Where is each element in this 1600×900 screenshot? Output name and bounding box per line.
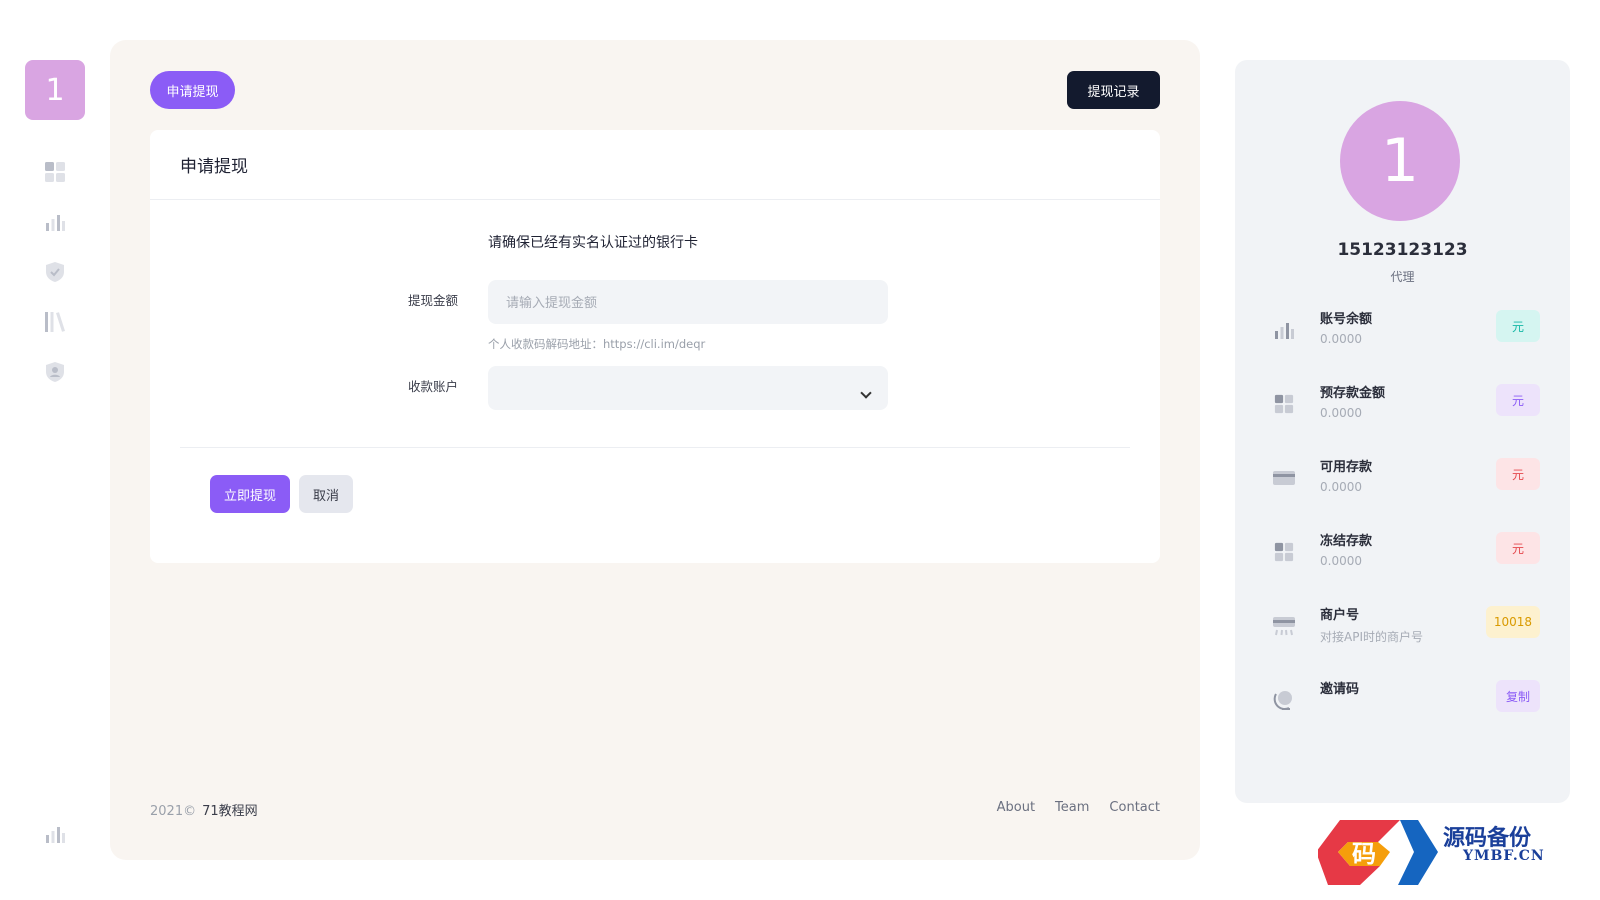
- username: 15123123123: [1337, 240, 1468, 260]
- card-title: 申请提现: [150, 130, 1160, 200]
- stat-badge: 元: [1496, 532, 1540, 564]
- stat-badge: 元: [1496, 310, 1540, 342]
- footer-link-about[interactable]: About: [997, 800, 1035, 815]
- profile-panel: 1 15123123123 代理 账号余额 0.0000 元 预存款金额 0.0…: [1235, 60, 1570, 803]
- left-rail: 1: [0, 0, 110, 900]
- account-label: 收款账户: [407, 379, 458, 394]
- submit-withdrawal-button[interactable]: 立即提现: [210, 475, 290, 513]
- copy-invite-code-button[interactable]: 复制: [1496, 680, 1540, 712]
- form-divider: [180, 447, 1130, 448]
- footer-copyright: 2021© 71教程网: [150, 800, 258, 819]
- stat-badge: 元: [1496, 458, 1540, 490]
- grid-icon[interactable]: [43, 160, 67, 184]
- terminal-icon: [1272, 614, 1296, 638]
- cancel-button[interactable]: 取消: [299, 475, 353, 513]
- user-shield-icon[interactable]: [43, 360, 67, 384]
- amount-input[interactable]: [488, 280, 888, 324]
- watermark: 码 源码备份 YMBF.CN: [1318, 820, 1600, 890]
- user-role: 代理: [1390, 270, 1415, 284]
- stat-value: 对接API时的商户号: [1320, 630, 1423, 644]
- stat-value: 0.0000: [1320, 480, 1362, 494]
- stat-frozen-deposit: 冻结存款 0.0000 元: [1235, 530, 1570, 590]
- stat-merchant-id: 商户号 对接API时的商户号 10018: [1235, 604, 1570, 664]
- stat-prepaid-amount: 预存款金额 0.0000 元: [1235, 382, 1570, 442]
- qr-decode-hint: 个人收款码解码地址：https://cli.im/deqr: [488, 337, 706, 351]
- stat-invite-code: 邀请码 复制: [1235, 678, 1570, 738]
- footer-links: About Team Contact: [997, 800, 1160, 815]
- stat-label: 账号余额: [1320, 312, 1373, 327]
- stat-label: 邀请码: [1320, 682, 1360, 697]
- stat-account-balance: 账号余额 0.0000 元: [1235, 308, 1570, 368]
- tab-apply-withdrawal[interactable]: 申请提现: [150, 71, 235, 109]
- stat-label: 可用存款: [1320, 460, 1373, 475]
- main-panel: 申请提现 提现记录 申请提现 请确保已经有实名认证过的银行卡 提现金额 个人收款…: [110, 40, 1200, 860]
- stat-label: 预存款金额: [1320, 386, 1386, 401]
- stat-label: 商户号: [1320, 608, 1360, 623]
- stat-value: 0.0000: [1320, 332, 1362, 346]
- grid-icon: [1272, 540, 1296, 564]
- bar-chart-icon[interactable]: [43, 210, 67, 234]
- globe-icon: [1272, 688, 1296, 712]
- shield-check-icon[interactable]: [43, 260, 67, 284]
- watermark-glyph: 码: [1352, 839, 1376, 868]
- account-select[interactable]: [488, 366, 888, 410]
- avatar: 1: [1340, 101, 1460, 221]
- amount-label: 提现金额: [407, 293, 458, 308]
- app-logo[interactable]: 1: [25, 60, 85, 120]
- stat-badge: 元: [1496, 384, 1540, 416]
- copyright-year: 2021©: [150, 804, 197, 819]
- footer-link-team[interactable]: Team: [1055, 800, 1089, 815]
- bank-card-notice: 请确保已经有实名认证过的银行卡: [488, 235, 698, 251]
- bar-chart-icon: [1272, 318, 1296, 342]
- credit-card-icon: [1272, 466, 1296, 490]
- stat-value: 0.0000: [1320, 406, 1362, 420]
- merchant-id-badge: 10018: [1485, 606, 1540, 638]
- stat-available-deposit: 可用存款 0.0000 元: [1235, 456, 1570, 516]
- footer-link-contact[interactable]: Contact: [1109, 800, 1160, 815]
- library-icon[interactable]: [43, 310, 67, 334]
- bar-chart-icon[interactable]: [43, 822, 67, 846]
- stat-value: 0.0000: [1320, 554, 1362, 568]
- withdrawal-form-card: 申请提现 请确保已经有实名认证过的银行卡 提现金额 个人收款码解码地址：http…: [150, 130, 1160, 563]
- watermark-logo: 码: [1318, 820, 1438, 885]
- grid-icon: [1272, 392, 1296, 416]
- stat-label: 冻结存款: [1320, 534, 1373, 549]
- footer-brand[interactable]: 71教程网: [202, 804, 258, 819]
- watermark-subtitle: YMBF.CN: [1463, 848, 1545, 864]
- withdrawal-records-button[interactable]: 提现记录: [1067, 71, 1160, 109]
